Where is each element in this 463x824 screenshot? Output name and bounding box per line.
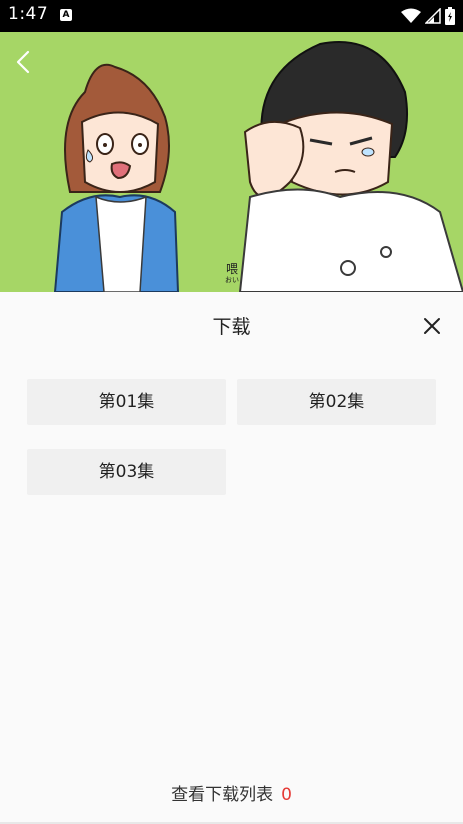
download-list-label: 查看下载列表 [171, 785, 274, 805]
download-count: 0 [281, 785, 292, 805]
back-button[interactable] [8, 46, 40, 78]
chevron-left-icon [16, 50, 30, 74]
subtitle-main: 喂 [225, 262, 238, 276]
wifi-icon [401, 8, 421, 23]
status-time: 1:47 [8, 4, 49, 24]
notification-badge-icon: A [60, 9, 72, 21]
view-download-list-link[interactable]: 查看下载列表 0 [0, 780, 463, 805]
episode-button-03[interactable]: 第03集 [27, 449, 226, 495]
close-icon [424, 318, 440, 334]
close-button[interactable] [420, 314, 444, 338]
battery-icon [445, 7, 455, 25]
status-icons [401, 6, 455, 26]
anime-scene-illustration [0, 32, 463, 292]
sheet-title: 下载 [212, 316, 251, 338]
subtitle-sub: おい [225, 276, 239, 284]
status-bar: 1:47 A [0, 0, 463, 32]
episode-button-01[interactable]: 第01集 [27, 379, 226, 425]
download-sheet: 下载 第01集 第02集 第03集 查看下载列表 0 [0, 292, 463, 824]
video-player[interactable]: 喂 おい [0, 32, 463, 292]
episode-button-02[interactable]: 第02集 [237, 379, 436, 425]
video-subtitle: 喂 おい [222, 262, 242, 284]
signal-icon [425, 8, 441, 24]
